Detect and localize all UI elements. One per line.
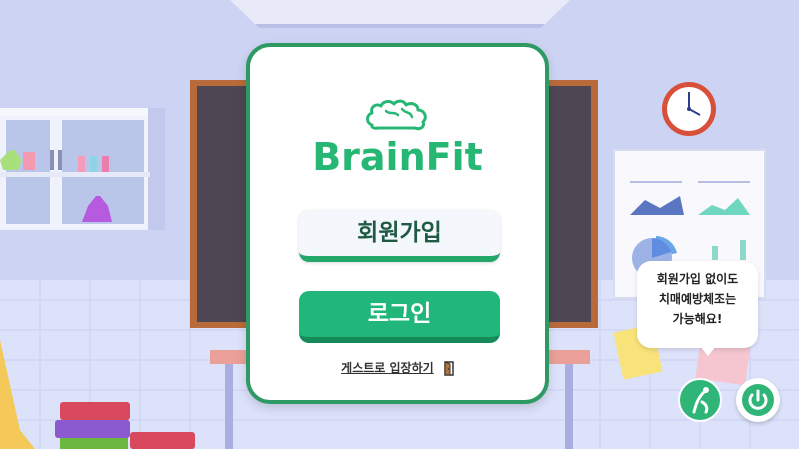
brain-icon: [365, 99, 427, 131]
bubble-tail: [700, 346, 716, 356]
guest-entry-label[interactable]: 게스트로 입장하기: [341, 361, 434, 375]
login-card: BrainFit 회원가입 로그인 게스트로 입장하기: [246, 43, 549, 404]
brand-logo: BrainFit: [250, 99, 545, 179]
bubble-line: 가능해요!: [672, 312, 723, 326]
power-icon: [742, 384, 774, 416]
door-exit-icon: [444, 361, 454, 376]
login-button[interactable]: 로그인: [299, 291, 500, 343]
guest-info-bubble: 회원가입 없이도 치매예방체조는 가능해요!: [637, 261, 758, 348]
bubble-line: 회원가입 없이도: [656, 272, 739, 286]
brand-name: BrainFit: [312, 135, 483, 179]
running-character-icon: [692, 387, 709, 414]
guest-entry[interactable]: 게스트로 입장하기: [250, 359, 545, 376]
bubble-line: 치매예방체조는: [658, 292, 737, 306]
wall-clock-icon: [662, 82, 716, 136]
character-button[interactable]: [678, 378, 722, 422]
signup-button[interactable]: 회원가입: [299, 210, 500, 262]
power-button[interactable]: [736, 378, 780, 422]
